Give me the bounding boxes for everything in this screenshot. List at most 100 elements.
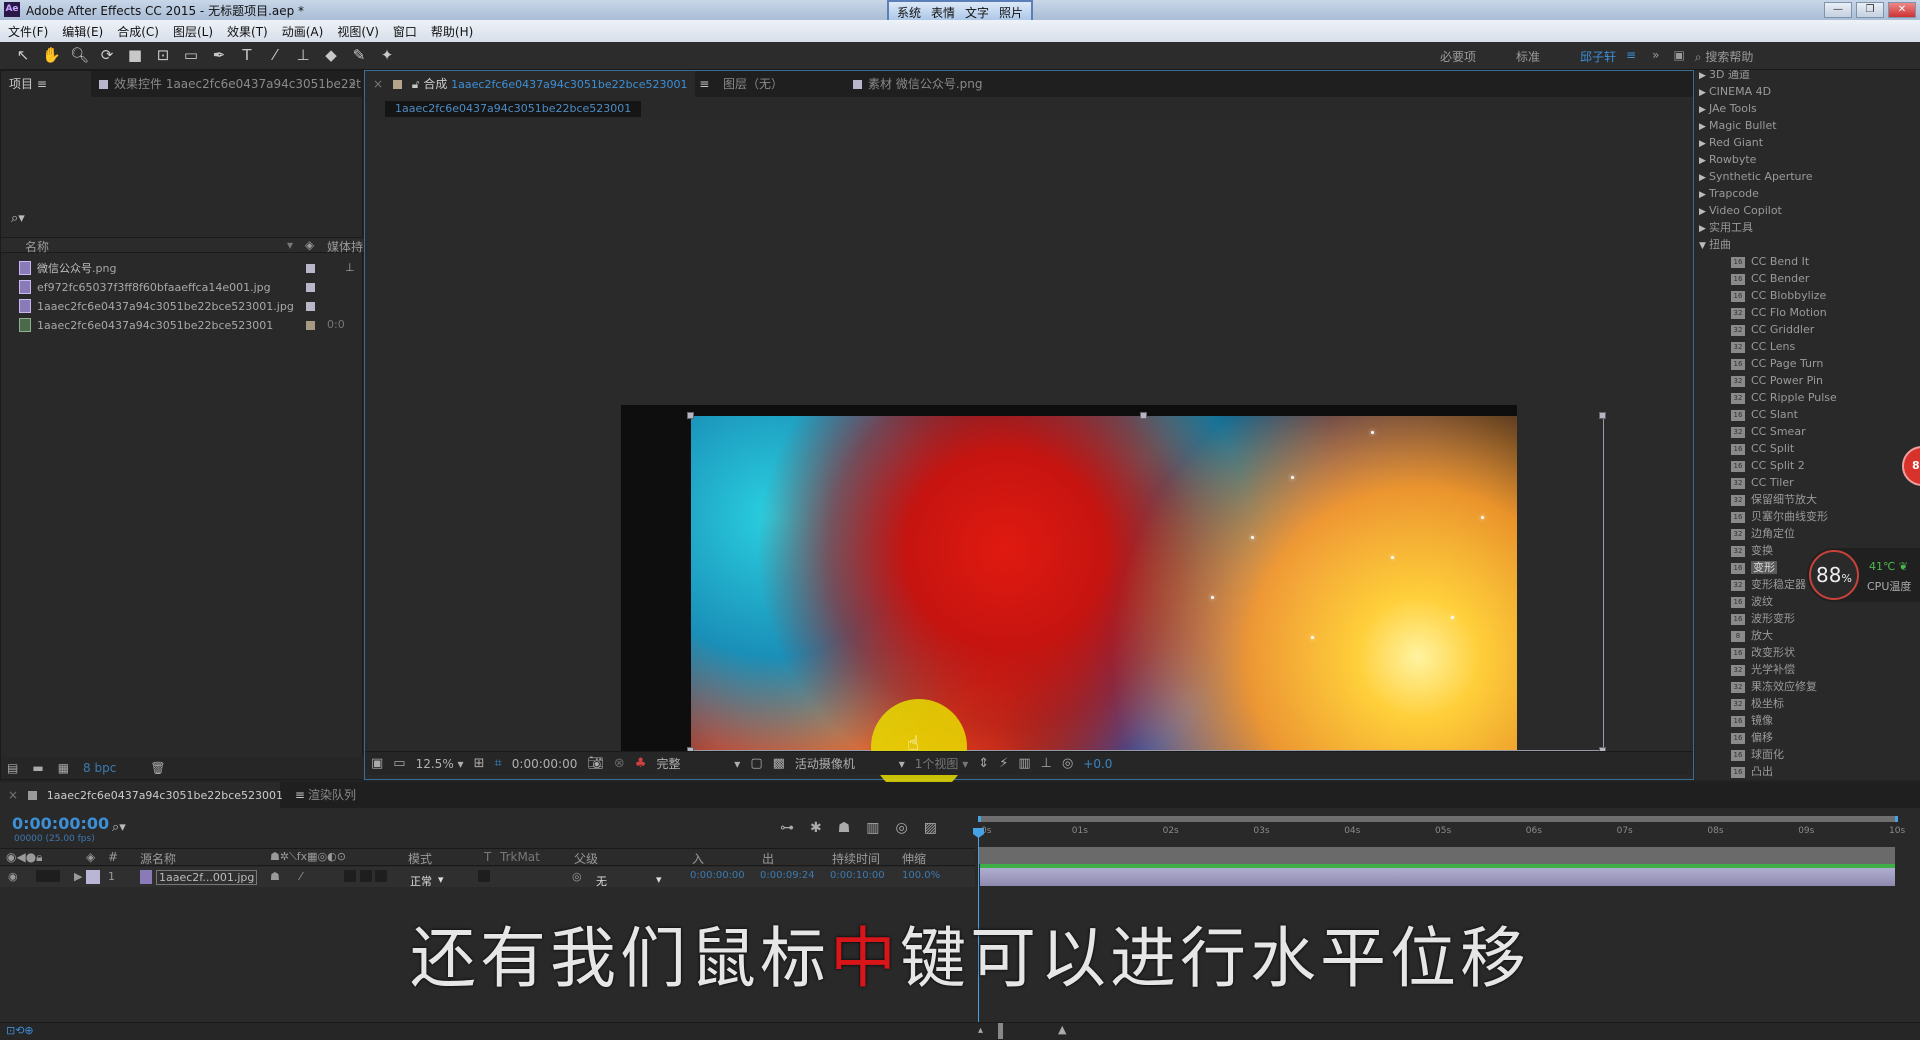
title-safe-icon[interactable]: ⊞	[474, 756, 485, 771]
type-tool-icon[interactable]: T	[238, 46, 256, 64]
tab-effect-controls[interactable]: 效果控件 1aaec2fc6e0437a94c3051be22t	[91, 71, 369, 97]
effect-item[interactable]: 32 CC Tiler	[1731, 474, 1794, 491]
clone-stamp-tool-icon[interactable]: ⊥	[294, 46, 312, 64]
effect-category[interactable]: ▶ Magic Bullet	[1699, 117, 1777, 134]
column-parent[interactable]: 父级	[574, 850, 598, 867]
project-item[interactable]: 微信公众号 .png	[19, 259, 116, 277]
menu-help[interactable]: 帮助(H)	[431, 23, 473, 40]
bit-depth-button[interactable]: 8 bpc	[83, 761, 116, 775]
shy-layers-icon[interactable]: ☗	[838, 820, 851, 836]
column-duration[interactable]: 持续时间	[832, 850, 880, 867]
effect-item[interactable]: 16 变形	[1731, 559, 1777, 576]
menu-view[interactable]: 视图(V)	[337, 23, 379, 40]
zoom-select[interactable]: 12.5% ▾	[416, 757, 464, 771]
effect-category[interactable]: ▼ 扭曲	[1699, 236, 1731, 253]
timeline-icon[interactable]: ▥	[1018, 756, 1030, 771]
tab-render-queue[interactable]: 渲染队列	[300, 782, 364, 808]
effect-item[interactable]: 32 保留细节放大	[1731, 491, 1817, 508]
motion-blur-icon[interactable]: ◎	[896, 820, 908, 836]
ime-item[interactable]: 表情	[931, 4, 955, 21]
effect-item[interactable]: 16 球面化	[1731, 746, 1784, 763]
effect-item[interactable]: 16 波形变形	[1731, 610, 1795, 627]
menu-composition[interactable]: 合成(C)	[117, 23, 159, 40]
brush-tool-icon[interactable]: ⁄	[266, 46, 284, 64]
menu-file[interactable]: 文件(F)	[8, 23, 48, 40]
menu-window[interactable]: 窗口	[393, 23, 417, 40]
expand-triangle-icon[interactable]: ▶	[74, 870, 82, 883]
new-composition-icon[interactable]: ▦	[58, 761, 69, 775]
work-area-range[interactable]	[978, 847, 1895, 864]
effect-item[interactable]: 32 变形稳定器	[1731, 576, 1806, 593]
maximize-button[interactable]: ❐	[1856, 2, 1884, 18]
effect-item[interactable]: 16 波纹	[1731, 593, 1773, 610]
ime-item[interactable]: 文字	[965, 4, 989, 21]
effect-item[interactable]: 16 凸出	[1731, 763, 1773, 780]
always-preview-icon[interactable]: ▣	[371, 756, 383, 771]
region-of-interest-icon[interactable]: ▢	[750, 756, 762, 771]
column-media[interactable]: 媒体持	[327, 238, 363, 255]
effect-item[interactable]: 32 边角定位	[1731, 525, 1795, 542]
timeline-zoom-slider[interactable]	[998, 1023, 1003, 1039]
effect-item[interactable]: 32 CC Smear	[1731, 423, 1806, 440]
work-area-bar[interactable]	[978, 816, 1898, 822]
effect-item[interactable]: 8 放大	[1731, 627, 1773, 644]
effect-item[interactable]: 32 CC Power Pin	[1731, 372, 1823, 389]
effect-item[interactable]: 16 偏移	[1731, 729, 1773, 746]
tab-timeline[interactable]: × 1aaec2fc6e0437a94c3051be22bce523001 ≡	[0, 782, 305, 808]
timeline-search-icon[interactable]: ⌕▾	[112, 820, 126, 835]
workspace-standard[interactable]: 标准	[1516, 48, 1540, 65]
minimize-button[interactable]: —	[1824, 2, 1852, 18]
layer-duration[interactable]: 0:00:10:00	[830, 870, 885, 881]
column-stretch[interactable]: 伸缩	[902, 850, 926, 867]
label-swatch[interactable]	[306, 264, 315, 273]
current-time[interactable]: 0:00:00:00	[512, 757, 578, 771]
layer-name[interactable]: 1aaec2f...001.jpg	[156, 870, 258, 885]
effect-item[interactable]: 32 光学补偿	[1731, 661, 1795, 678]
panel-overflow-icon[interactable]: »	[341, 71, 364, 97]
workspace-menu-icon[interactable]: ≡	[1626, 48, 1636, 65]
effect-category[interactable]: ▶ Rowbyte	[1699, 151, 1756, 168]
project-search-icon[interactable]: ⌕▾	[11, 211, 25, 226]
shy-switch-icon[interactable]: ☗	[270, 870, 280, 883]
layer-row[interactable]: ◉ ▶ 1 1aaec2f...001.jpg ☗ ⁄ 正常 ▾ ◎ 无 ▾ 0:0…	[0, 867, 975, 888]
close-tab-icon[interactable]: ×	[373, 77, 383, 91]
label-column-icon[interactable]: ◈	[305, 238, 314, 252]
ime-item[interactable]: 照片	[999, 4, 1023, 21]
interpret-footage-icon[interactable]: ▤	[7, 761, 18, 775]
close-tab-icon[interactable]: ×	[8, 788, 18, 802]
frame-blending-icon[interactable]: ▥	[866, 820, 879, 836]
sort-icon[interactable]: ▾	[287, 238, 293, 252]
effect-item[interactable]: 16 CC Bender	[1731, 270, 1809, 287]
effect-category[interactable]: ▶ Red Giant	[1699, 134, 1763, 151]
workspace-essentials[interactable]: 必要项	[1440, 48, 1476, 65]
roto-brush-tool-icon[interactable]: ✎	[350, 46, 368, 64]
project-item[interactable]: 1aaec2fc6e0437a94c3051be22bce523001.jpg	[19, 297, 294, 315]
selection-tool-icon[interactable]: ↖	[14, 46, 32, 64]
column-trkmat[interactable]: TrkMat	[500, 850, 540, 864]
camera-tool-icon[interactable]: ■	[126, 46, 144, 64]
effect-item[interactable]: 16 CC Blobbylize	[1731, 287, 1826, 304]
workspace-custom[interactable]: 邱子轩	[1580, 48, 1616, 65]
snapshot-icon[interactable]: 📷︎	[587, 756, 604, 771]
exposure-value[interactable]: +0.0	[1083, 757, 1112, 771]
menu-edit[interactable]: 编辑(E)	[62, 23, 103, 40]
transform-handle[interactable]	[687, 412, 694, 419]
solo-toggle[interactable]	[36, 870, 60, 885]
effect-category[interactable]: ▶ 实用工具	[1699, 219, 1753, 236]
effect-category[interactable]: ▶ Video Copilot	[1699, 202, 1782, 219]
project-item[interactable]: ef972fc65037f3ff8f60bfaaeffca14e001.jpg	[19, 278, 271, 296]
camera-select[interactable]: 活动摄像机 ▾	[795, 755, 905, 772]
trkmat-select[interactable]	[478, 870, 490, 885]
column-source-name[interactable]: 源名称	[140, 850, 176, 867]
effect-item[interactable]: 32 CC Ripple Pulse	[1731, 389, 1837, 406]
ime-item[interactable]: 系统	[897, 4, 921, 21]
transform-handle[interactable]	[1599, 412, 1606, 419]
layer-switches-toggle-icon[interactable]: ⊡⟲⊕	[6, 1024, 34, 1037]
puppet-pin-tool-icon[interactable]: ✦	[378, 46, 396, 64]
views-select[interactable]: 1个视图 ▾	[915, 755, 968, 772]
pen-tool-icon[interactable]: ✒	[210, 46, 228, 64]
effect-category[interactable]: ▶ Trapcode	[1699, 185, 1759, 202]
effect-item[interactable]: 16 贝塞尔曲线变形	[1731, 508, 1828, 525]
tab-footage[interactable]: 素材 微信公众号.png	[845, 71, 991, 97]
label-swatch[interactable]	[306, 302, 315, 311]
